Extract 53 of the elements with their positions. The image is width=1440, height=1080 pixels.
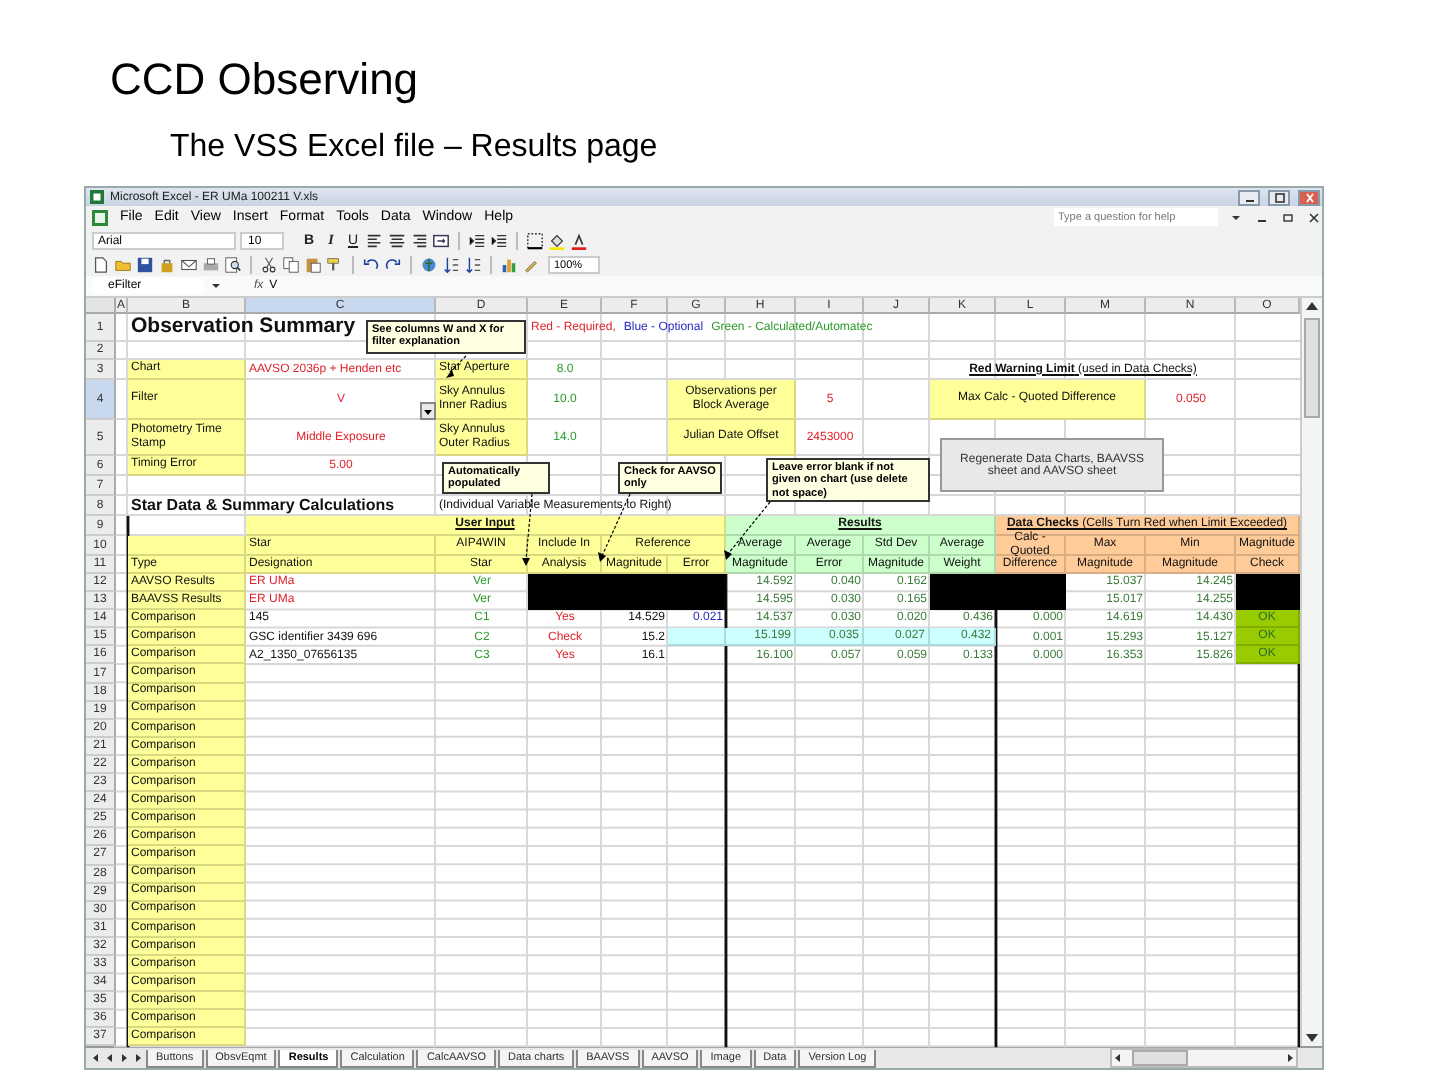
slide-title: CCD Observing bbox=[110, 54, 419, 106]
close-button[interactable] bbox=[1298, 189, 1320, 205]
slide-subtitle: The VSS Excel file – Results page bbox=[170, 130, 658, 166]
save-icon[interactable] bbox=[136, 255, 154, 273]
indent-icon[interactable] bbox=[490, 231, 508, 249]
fill-color-icon[interactable] bbox=[548, 231, 566, 249]
undo-icon[interactable] bbox=[362, 255, 380, 273]
horizontal-scrollbar[interactable] bbox=[1110, 1048, 1298, 1069]
minimize-button[interactable] bbox=[1238, 189, 1260, 205]
shaded-cell bbox=[930, 592, 1066, 611]
maximize-icon bbox=[1271, 191, 1287, 203]
scroll-left-icon[interactable] bbox=[1112, 1052, 1124, 1065]
align-right-icon[interactable] bbox=[410, 231, 428, 249]
font-color-icon[interactable] bbox=[570, 231, 588, 249]
dropdown-button[interactable] bbox=[420, 402, 436, 420]
scissors-icon[interactable] bbox=[260, 255, 278, 273]
caret-icon[interactable] bbox=[1230, 211, 1242, 223]
maximize-button[interactable] bbox=[1268, 189, 1290, 205]
bar-chart-icon[interactable] bbox=[500, 255, 518, 273]
indent-icon[interactable] bbox=[468, 231, 486, 249]
restore-icon[interactable] bbox=[1282, 211, 1294, 223]
shaded-cell bbox=[128, 536, 246, 556]
close-icon bbox=[1301, 191, 1317, 203]
spreadsheet-icon bbox=[90, 190, 104, 204]
sort-icon[interactable] bbox=[464, 255, 482, 273]
lock-icon[interactable] bbox=[158, 255, 176, 273]
dropdown-icon[interactable] bbox=[210, 280, 222, 292]
shaded-cell bbox=[1236, 574, 1300, 593]
align-center-icon[interactable] bbox=[388, 231, 406, 249]
merge-cells-icon[interactable] bbox=[432, 231, 450, 249]
scrollbar-thumb[interactable] bbox=[1304, 318, 1320, 418]
scroll-right-icon[interactable] bbox=[1284, 1052, 1296, 1065]
redo-icon[interactable] bbox=[384, 255, 402, 273]
globe-icon[interactable] bbox=[420, 255, 438, 273]
shaded-cell bbox=[930, 574, 1066, 593]
scrollbar-thumb[interactable] bbox=[1132, 1050, 1188, 1067]
sort-icon[interactable] bbox=[442, 255, 460, 273]
envelope-icon[interactable] bbox=[180, 255, 198, 273]
caret-icon bbox=[422, 405, 434, 417]
copy-icon[interactable] bbox=[282, 255, 300, 273]
clipboard-icon[interactable] bbox=[304, 255, 322, 273]
vertical-scrollbar[interactable] bbox=[1300, 298, 1322, 1047]
workbook-icon bbox=[92, 209, 108, 225]
brush-icon[interactable] bbox=[326, 255, 344, 273]
sheet-heading: Observation Summary bbox=[131, 316, 356, 340]
shaded-cell bbox=[668, 628, 726, 647]
printer-icon[interactable] bbox=[202, 255, 220, 273]
close-icon[interactable] bbox=[1308, 211, 1320, 223]
borders-icon[interactable] bbox=[526, 231, 544, 249]
magnifier-icon[interactable] bbox=[224, 255, 242, 273]
sheet-heading: Star Data & Summary Calculations bbox=[131, 497, 395, 515]
align-left-icon[interactable] bbox=[366, 231, 384, 249]
shaded-cell bbox=[1236, 592, 1300, 611]
